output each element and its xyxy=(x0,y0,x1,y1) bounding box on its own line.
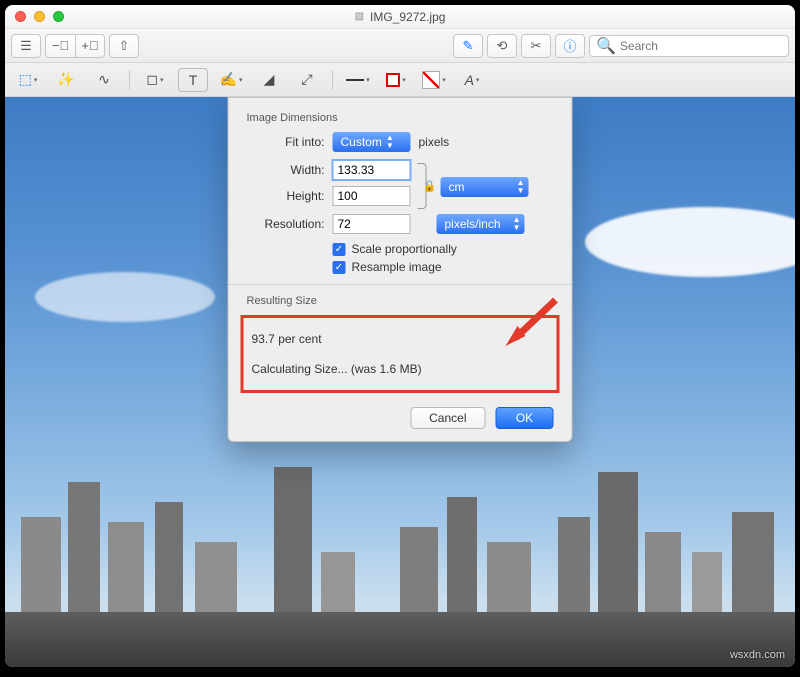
markup-toolbar: ⬚▾ ✨ ∿ ◻▾ T ✍▾ ◢ ⤢ ▾ ▾ ▾ A▾ xyxy=(5,63,795,97)
zoom-in-icon: +⃝ xyxy=(81,38,98,53)
adjust-color-tool[interactable]: ◢ xyxy=(254,68,284,92)
fit-into-value: Custom xyxy=(341,135,382,149)
lock-icon[interactable]: 🔒 xyxy=(423,180,437,193)
city-skyline xyxy=(5,487,795,667)
font-style-tool[interactable]: A▾ xyxy=(457,68,487,92)
separator xyxy=(332,70,333,90)
markup-toggle-button[interactable]: ✎ xyxy=(453,34,483,58)
main-toolbar: ☰ −⃝ +⃝ ⇧ ✎ ⟲ ✂ ⓘ 🔍 xyxy=(5,29,795,63)
select-arrows-icon: ▲▼ xyxy=(513,216,521,232)
window-title-text: IMG_9272.jpg xyxy=(370,10,445,24)
dimension-unit-select[interactable]: cm ▲▼ xyxy=(441,177,529,197)
image-canvas: Image Dimensions Fit into: Custom ▲▼ pix… xyxy=(5,97,795,667)
file-icon: ▧ xyxy=(355,11,364,22)
info-icon: ⓘ xyxy=(563,36,576,55)
dialog-buttons: Cancel OK xyxy=(247,403,554,429)
select-arrows-icon: ▲▼ xyxy=(517,179,525,195)
fit-into-select[interactable]: Custom ▲▼ xyxy=(333,132,411,152)
search-field[interactable]: 🔍 xyxy=(589,35,789,57)
rotate-icon: ⟲ xyxy=(497,38,508,54)
window-titlebar: ▧ IMG_9272.jpg xyxy=(5,5,795,29)
adjust-size-tool[interactable]: ⤢ xyxy=(292,68,322,92)
sign-tool[interactable]: ✍▾ xyxy=(216,68,246,92)
dimension-unit-value: cm xyxy=(449,180,465,194)
width-label: Width: xyxy=(247,163,325,177)
adjust-size-dialog: Image Dimensions Fit into: Custom ▲▼ pix… xyxy=(228,97,573,442)
annotation-arrow xyxy=(504,294,564,349)
scale-proportionally-checkbox[interactable]: ✓ Scale proportionally xyxy=(333,242,554,256)
share-icon: ⇧ xyxy=(119,38,130,54)
checkmark-icon: ✓ xyxy=(333,261,346,274)
divider xyxy=(229,284,572,285)
cloud-decoration xyxy=(35,272,215,322)
resample-image-label: Resample image xyxy=(352,260,442,274)
border-color-tool[interactable]: ▾ xyxy=(381,68,411,92)
cancel-button[interactable]: Cancel xyxy=(410,407,485,429)
checkmark-icon: ✓ xyxy=(333,243,346,256)
dimension-link-bracket: 🔒 xyxy=(415,160,435,212)
search-input[interactable] xyxy=(620,39,782,53)
sketch-tool[interactable]: ∿ xyxy=(89,68,119,92)
zoom-out-button[interactable]: −⃝ xyxy=(45,34,75,58)
shapes-tool[interactable]: ◻▾ xyxy=(140,68,170,92)
line-style-tool[interactable]: ▾ xyxy=(343,68,373,92)
sidebar-toggle-button[interactable]: ☰ xyxy=(11,34,41,58)
zoom-in-button[interactable]: +⃝ xyxy=(75,34,105,58)
resolution-unit-value: pixels/inch xyxy=(445,217,501,231)
rotate-button[interactable]: ⟲ xyxy=(487,34,517,58)
close-window-button[interactable] xyxy=(15,11,26,22)
resolution-label: Resolution: xyxy=(247,217,325,231)
fit-into-label: Fit into: xyxy=(247,135,325,149)
minimize-window-button[interactable] xyxy=(34,11,45,22)
height-label: Height: xyxy=(247,189,325,203)
zoom-group: −⃝ +⃝ xyxy=(45,34,105,58)
ok-button[interactable]: OK xyxy=(496,407,554,429)
separator xyxy=(129,70,130,90)
marina-decoration xyxy=(5,612,795,667)
text-tool[interactable]: T xyxy=(178,68,208,92)
image-dimensions-heading: Image Dimensions xyxy=(247,112,554,124)
fit-into-unit: pixels xyxy=(419,135,450,149)
app-window: ▧ IMG_9272.jpg ☰ −⃝ +⃝ ⇧ ✎ ⟲ ✂ ⓘ 🔍 ⬚▾ ✨ … xyxy=(5,5,795,667)
height-input[interactable] xyxy=(333,186,411,206)
zoom-out-icon: −⃝ xyxy=(52,38,69,53)
resolution-input[interactable] xyxy=(333,214,411,234)
rect-select-tool[interactable]: ⬚▾ xyxy=(13,68,43,92)
traffic-lights xyxy=(15,11,64,22)
info-button[interactable]: ⓘ xyxy=(555,34,585,58)
edit-icon: ✂ xyxy=(531,38,542,54)
resample-image-checkbox[interactable]: ✓ Resample image xyxy=(333,260,554,274)
resolution-unit-select[interactable]: pixels/inch ▲▼ xyxy=(437,214,525,234)
window-title: ▧ IMG_9272.jpg xyxy=(355,10,446,24)
result-size-text: Calculating Size... (was 1.6 MB) xyxy=(252,362,549,376)
watermark-text: wsxdn.com xyxy=(730,649,785,661)
select-arrows-icon: ▲▼ xyxy=(386,134,394,150)
fill-color-tool[interactable]: ▾ xyxy=(419,68,449,92)
instant-alpha-tool[interactable]: ✨ xyxy=(51,68,81,92)
edit-button[interactable]: ✂ xyxy=(521,34,551,58)
pencil-icon: ✎ xyxy=(463,38,474,54)
maximize-window-button[interactable] xyxy=(53,11,64,22)
width-input[interactable] xyxy=(333,160,411,180)
share-button[interactable]: ⇧ xyxy=(109,34,139,58)
search-icon: 🔍 xyxy=(596,36,616,56)
cloud-decoration xyxy=(585,207,795,277)
scale-proportionally-label: Scale proportionally xyxy=(352,242,457,256)
